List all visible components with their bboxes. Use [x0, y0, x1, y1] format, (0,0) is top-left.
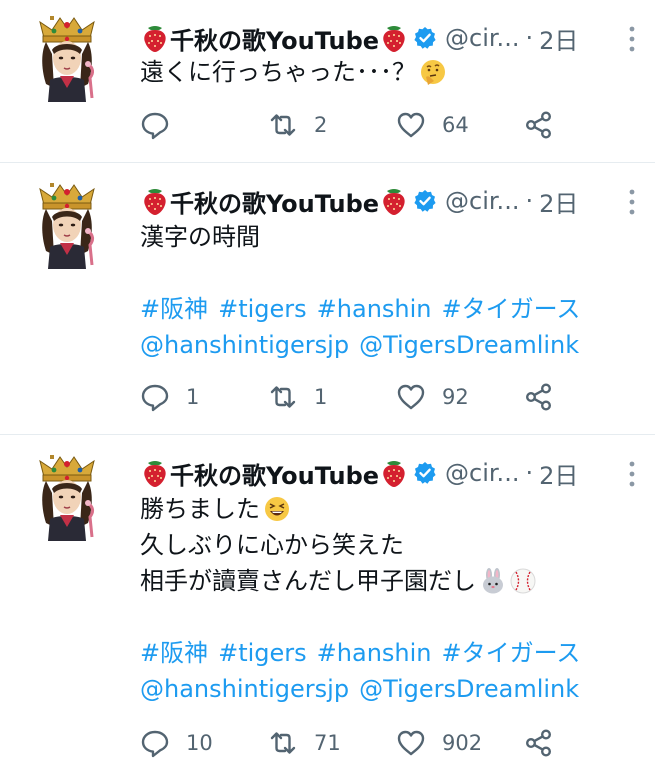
author-handle[interactable]: @cir... [445, 187, 519, 215]
mention-link[interactable]: @hanshintigersjp [140, 327, 349, 363]
tweet-2[interactable]: 千秋の歌YouTube @cir... · 2日 漢字の時間 #阪神 #tige… [0, 163, 655, 435]
thinking-face-icon [420, 59, 446, 85]
author-name-text: 千秋の歌YouTube [170, 26, 380, 55]
reply-icon [140, 728, 170, 758]
hashtag-line: #阪神 #tigers #hanshin #タイガース [140, 635, 635, 671]
strawberry-icon [381, 458, 407, 488]
mention-line: @hanshintigersjp @TigersDreamlink [140, 327, 635, 363]
tweet-3[interactable]: 千秋の歌YouTube @cir... · 2日 勝ちました 久しぶりに心から笑… [0, 435, 655, 770]
mention-link[interactable]: @TigersDreamlink [359, 671, 579, 707]
baseball-icon [510, 568, 536, 594]
reply-button[interactable]: 1 [140, 377, 199, 417]
hashtag-link[interactable]: #阪神 [140, 291, 208, 327]
avatar[interactable] [36, 14, 98, 102]
tweet-text-line: 漢字の時間 [140, 223, 260, 251]
timestamp[interactable]: 2日 [539, 184, 578, 219]
author-name-text: 千秋の歌YouTube [170, 189, 380, 218]
tweet-actions: 2 64 [140, 105, 560, 145]
tweet-header: 千秋の歌YouTube @cir... · 2日 [140, 18, 637, 58]
heart-icon [396, 382, 426, 412]
tweet-header: 千秋の歌YouTube @cir... · 2日 [140, 453, 637, 493]
author-handle[interactable]: @cir... [445, 459, 519, 487]
hashtag-link[interactable]: #タイガース [442, 291, 581, 327]
reply-button[interactable] [140, 105, 186, 145]
strawberry-icon [381, 23, 407, 53]
hashtag-link[interactable]: #hanshin [317, 635, 432, 671]
reply-icon [140, 382, 170, 412]
share-icon [524, 728, 554, 758]
verified-badge-icon [413, 189, 437, 213]
tweet-actions: 10 71 902 [140, 723, 560, 763]
retweet-count: 1 [314, 385, 328, 409]
retweet-button[interactable]: 2 [268, 105, 327, 145]
hashtag-link[interactable]: #tigers [218, 635, 307, 671]
tweet-header: 千秋の歌YouTube @cir... · 2日 [140, 181, 637, 221]
grinning-squinting-face-icon [264, 496, 290, 522]
more-options-icon[interactable] [627, 187, 637, 217]
more-options-icon[interactable] [627, 24, 637, 54]
retweet-count: 2 [314, 113, 328, 137]
tweet-body: 遠くに行っちゃった･･･？ [140, 54, 635, 90]
tweet-actions: 1 1 92 [140, 377, 560, 417]
hashtag-link[interactable]: #hanshin [317, 291, 432, 327]
strawberry-icon [381, 186, 407, 216]
retweet-count: 71 [314, 731, 341, 755]
tweet-text-line: 遠くに行っちゃった･･･？ [140, 54, 635, 90]
author-name[interactable]: 千秋の歌YouTube [140, 21, 409, 56]
tweet-text-line: 久しぶりに心から笑えた [140, 531, 404, 559]
tweet-body: 漢字の時間 #阪神 #tigers #hanshin #タイガース @hansh… [140, 219, 635, 363]
mention-line: @hanshintigersjp @TigersDreamlink [140, 671, 635, 707]
like-button[interactable]: 92 [396, 377, 469, 417]
like-count: 92 [442, 385, 469, 409]
heart-icon [396, 728, 426, 758]
strawberry-icon [142, 23, 168, 53]
verified-badge-icon [413, 461, 437, 485]
mention-link[interactable]: @TigersDreamlink [359, 327, 579, 363]
tweet-1[interactable]: 千秋の歌YouTube @cir... · 2日 遠くに行っちゃった･･･？ 2… [0, 0, 655, 163]
share-button[interactable] [524, 377, 554, 417]
retweet-button[interactable]: 71 [268, 723, 341, 763]
like-button[interactable]: 64 [396, 105, 469, 145]
share-button[interactable] [524, 105, 554, 145]
reply-count: 10 [186, 731, 213, 755]
reply-button[interactable]: 10 [140, 723, 213, 763]
retweet-icon [268, 728, 298, 758]
separator-dot: · [525, 24, 534, 52]
reply-icon [140, 110, 170, 140]
hashtag-link[interactable]: #tigers [218, 291, 307, 327]
retweet-icon [268, 110, 298, 140]
like-count: 64 [442, 113, 469, 137]
reply-count: 1 [186, 385, 200, 409]
author-name-text: 千秋の歌YouTube [170, 461, 380, 490]
author-name[interactable]: 千秋の歌YouTube [140, 456, 409, 491]
retweet-icon [268, 382, 298, 412]
tweet-body: 勝ちました 久しぶりに心から笑えた 相手が讀賣さんだし甲子園だし #阪神 #ti… [140, 491, 635, 707]
hashtag-link[interactable]: #タイガース [442, 635, 581, 671]
verified-badge-icon [413, 26, 437, 50]
hashtag-line: #阪神 #tigers #hanshin #タイガース [140, 291, 635, 327]
strawberry-icon [142, 186, 168, 216]
avatar[interactable] [36, 453, 98, 541]
retweet-button[interactable]: 1 [268, 377, 327, 417]
strawberry-icon [142, 458, 168, 488]
like-button[interactable]: 902 [396, 723, 482, 763]
timestamp[interactable]: 2日 [539, 456, 578, 491]
separator-dot: · [525, 459, 534, 487]
heart-icon [396, 110, 426, 140]
avatar[interactable] [36, 181, 98, 269]
rabbit-face-icon [480, 568, 506, 594]
author-name[interactable]: 千秋の歌YouTube [140, 184, 409, 219]
tweet-text-line: 相手が讀賣さんだし甲子園だし [140, 563, 635, 599]
hashtag-link[interactable]: #阪神 [140, 635, 208, 671]
tweet-text-line: 勝ちました [140, 491, 635, 527]
like-count: 902 [442, 731, 483, 755]
author-handle[interactable]: @cir... [445, 24, 519, 52]
share-button[interactable] [524, 723, 554, 763]
more-options-icon[interactable] [627, 459, 637, 489]
timestamp[interactable]: 2日 [539, 21, 578, 56]
share-icon [524, 110, 554, 140]
separator-dot: · [525, 187, 534, 215]
mention-link[interactable]: @hanshintigersjp [140, 671, 349, 707]
share-icon [524, 382, 554, 412]
